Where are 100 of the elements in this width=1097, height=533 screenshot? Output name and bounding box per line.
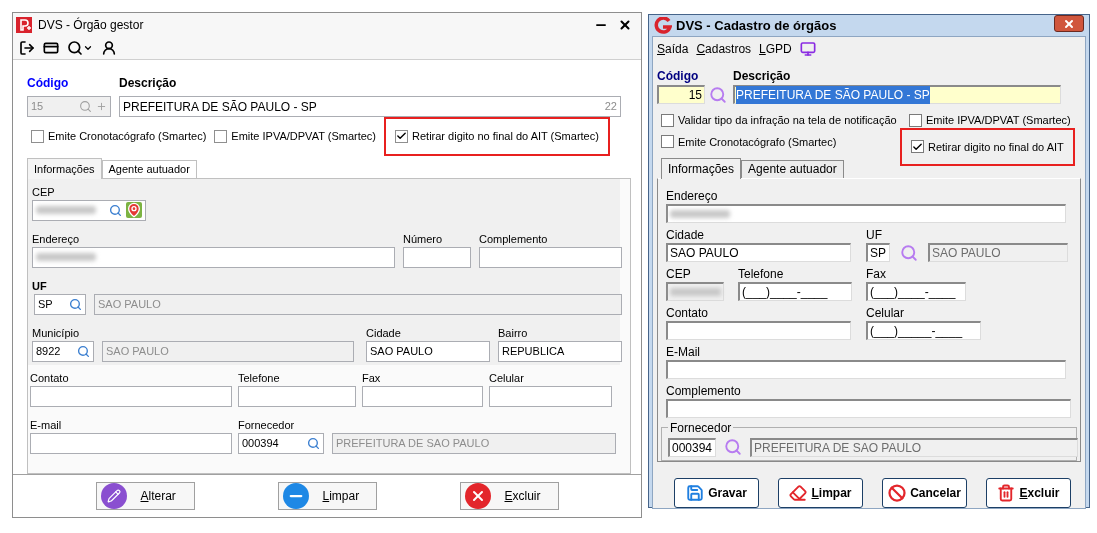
tab[interactable]: Informações [27,157,102,179]
field-label: Fax [362,370,382,385]
text-field[interactable]: PREFEITURA DE SAO PAULO [750,437,1078,457]
text-field[interactable]: SAO PAULO [366,340,490,362]
field-label: UF [32,278,48,293]
tab[interactable]: Informações [661,158,742,179]
checkbox-label: Emite IPVA/DPVAT (Smartec) [231,129,376,145]
trash-icon [997,484,1016,502]
search-icon[interactable] [77,344,90,358]
field-label: CEP [32,184,56,199]
text-field[interactable] [362,385,483,407]
field-label: Fax [866,267,887,281]
action-button[interactable]: Excluir [459,481,559,510]
search-icon[interactable] [69,297,82,311]
field-label: E-mail [30,417,63,432]
menu-item[interactable]: Saída [657,39,689,58]
search-icon[interactable] [900,243,918,262]
text-field[interactable]: 000394 [668,437,716,457]
checkbox-label: Retirar digito no final do AIT [928,139,1064,155]
checkbox[interactable] [31,129,44,143]
checkbox[interactable] [661,113,674,127]
search-dropdown-icon[interactable] [67,39,93,56]
map-icon[interactable] [126,202,142,219]
action-button[interactable]: Limpar [277,481,377,510]
field-label: Telefone [238,370,281,385]
user-icon[interactable] [101,39,117,56]
search-icon[interactable] [307,436,320,450]
field-label: CEP [666,267,692,281]
description-field[interactable]: PREFEITURA DE SÃO PAULO - SP [733,85,1061,104]
checkbox-label: Validar tipo da infração na tela de notificação [678,113,897,128]
action-button[interactable]: Cancelar [882,478,967,508]
text-field[interactable]: SAO PAULO [666,243,851,262]
pencil-icon [100,482,127,509]
text-field[interactable]: SAO PAULO [928,243,1068,262]
text-field[interactable]: SP [34,293,86,315]
text-field[interactable]: 8922 [32,340,94,362]
text-field[interactable]: SP [866,243,890,262]
menu-item[interactable]: Cadastros [696,39,752,58]
eraser-icon [789,484,808,502]
field-label: Contato [30,370,70,385]
action-button[interactable]: Gravar [674,478,759,508]
field-label: Complemento [666,384,742,398]
minus-icon [282,482,309,509]
text-field[interactable]: (___)_____-____ [866,321,981,340]
text-field[interactable]: (___)____-____ [738,282,852,301]
text-field[interactable] [666,321,851,340]
close-icon [464,482,491,509]
text-field[interactable] [403,246,471,268]
checkbox[interactable] [909,113,922,127]
window-title: DVS - Cadastro de órgãos [676,16,837,35]
window-title: DVS - Órgão gestor [38,16,144,34]
checkbox-label: Emite Cronotacógrafo (Smartec) [678,134,837,150]
cancel-icon [888,484,907,502]
close-icon[interactable] [618,17,632,32]
text-field[interactable] [479,246,622,268]
field-label: Código [26,75,70,93]
checkbox-label: Emite Cronotacógrafo (Smartec) [48,129,207,145]
exit-icon[interactable] [19,39,35,56]
field-label: Celular [489,370,525,385]
close-icon [1063,17,1075,30]
text-field[interactable] [489,385,612,407]
checkbox[interactable] [395,129,408,143]
text-field[interactable]: 000394 [238,432,324,454]
text-field[interactable]: REPUBLICA [498,340,622,362]
menu-item[interactable]: LGPD [759,39,792,58]
checkbox[interactable] [214,129,228,143]
app-logo-icon [654,16,672,35]
checkbox[interactable] [661,135,674,149]
close-button[interactable] [1054,15,1084,32]
search-icon[interactable] [724,438,742,456]
app-logo-icon [16,16,32,33]
field-label: Cidade [666,228,706,242]
action-button[interactable]: Limpar [778,478,863,508]
text-field[interactable] [238,385,356,407]
text-field[interactable] [666,399,1071,418]
checkbox[interactable] [911,140,924,154]
field-label: Bairro [498,325,529,340]
text-field[interactable] [30,385,232,407]
text-field[interactable] [32,199,146,221]
action-button[interactable]: Excluir [986,478,1071,508]
tab[interactable]: Agente autuador [101,159,197,178]
text-field[interactable] [32,246,395,268]
field-label: Descrição [119,75,177,93]
field-label: Celular [866,306,905,320]
monitor-icon[interactable] [799,40,816,57]
field-label: Município [32,325,81,340]
checkbox-label: Emite IPVA/DPVAT (Smartec) [926,113,1071,128]
description-field[interactable]: PREFEITURA DE SÃO PAULO - SP 22 [119,96,621,118]
search-icon[interactable] [109,203,122,217]
text-field[interactable]: 15 [657,85,705,104]
field-label: Complemento [479,231,549,246]
search-icon[interactable] [709,85,727,104]
text-field[interactable] [30,432,232,454]
tab[interactable]: Agente autuador [741,160,844,178]
field-label: Endereço [32,231,81,246]
text-field[interactable]: (___)____-____ [866,282,966,301]
field-label: Número [403,231,444,246]
action-button[interactable]: Alterar [95,481,195,510]
text-field[interactable] [666,204,1066,223]
text-field[interactable] [666,360,1066,379]
